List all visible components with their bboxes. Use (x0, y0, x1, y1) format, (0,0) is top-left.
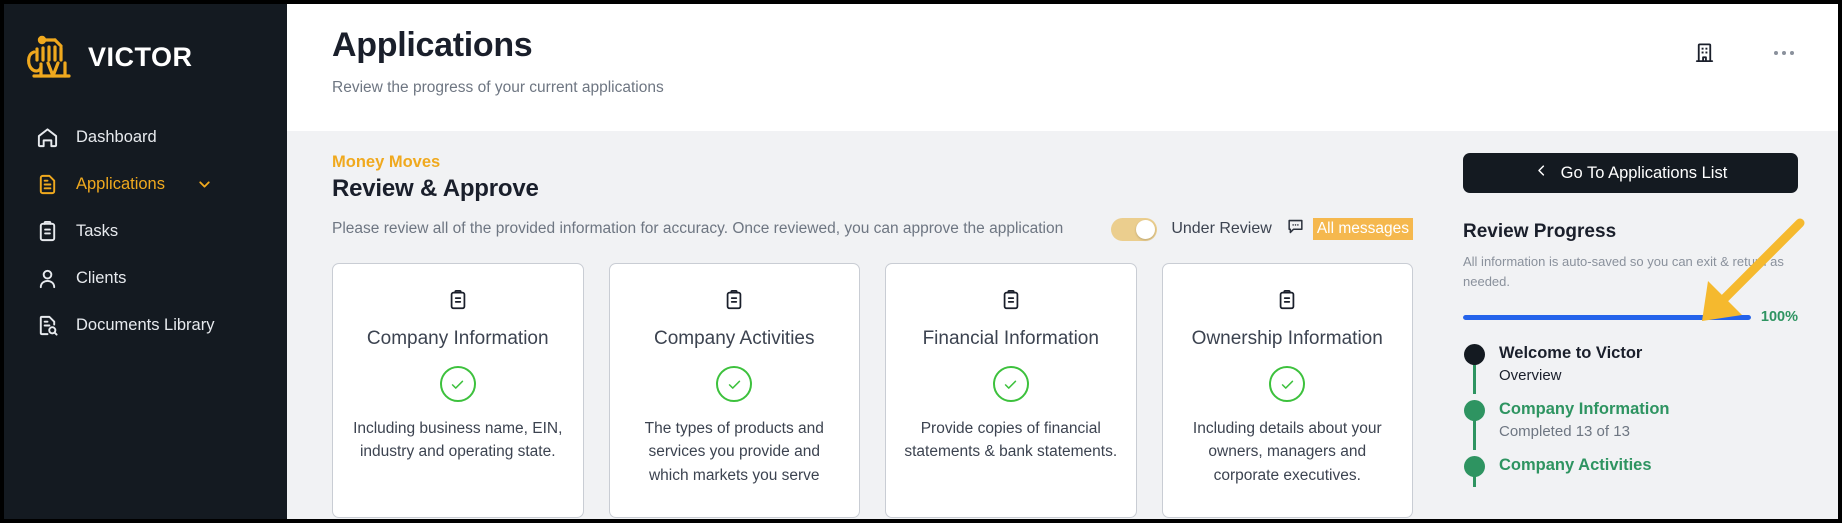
chevron-left-icon (1534, 163, 1549, 183)
progress-timeline: Welcome to Victor Overview Company Infor… (1463, 343, 1798, 491)
review-toolbar: Please review all of the provided inform… (332, 217, 1453, 241)
review-card-company-activities[interactable]: Company Activities The types of products… (608, 263, 860, 518)
review-card-ownership-information[interactable]: Ownership Information Including details … (1161, 263, 1413, 518)
sidebar: VICTOR Dashboard Applications Tasks Clie… (4, 4, 287, 519)
sidebar-item-dashboard[interactable]: Dashboard (4, 114, 287, 161)
review-progress-title: Review Progress (1463, 221, 1617, 242)
sidebar-item-clients[interactable]: Clients (4, 255, 287, 302)
app-window: VICTOR Dashboard Applications Tasks Clie… (4, 4, 1838, 519)
card-title: Company Activities (653, 328, 815, 349)
brand-logo[interactable]: VICTOR (4, 26, 287, 88)
page-subtitle: Review the progress of your current appl… (332, 79, 664, 96)
all-messages-button[interactable]: All messages (1286, 217, 1413, 241)
go-to-applications-list-label: Go To Applications List (1560, 163, 1728, 182)
header-actions (1693, 40, 1796, 65)
card-description: Including details about your owners, man… (1192, 420, 1382, 484)
timeline-body: Welcome to Victor Overview (1499, 343, 1642, 384)
card-title: Company Information (366, 328, 549, 349)
clipboard-icon (34, 219, 60, 245)
toggle-knob (1136, 219, 1156, 239)
timeline-body: Company Activities (1499, 455, 1652, 477)
timeline-label: Company Information (1499, 399, 1670, 418)
progress-bar: 100% (1463, 309, 1798, 325)
check-circle-icon (716, 366, 753, 402)
document-icon (34, 172, 60, 198)
review-progress-note: All information is auto-saved so you can… (1463, 254, 1784, 290)
sidebar-item-label: Clients (76, 269, 127, 287)
section-title: Review & Approve (332, 175, 539, 202)
victor-lion-logo-icon (22, 32, 78, 82)
card-title: Financial Information (922, 328, 1099, 349)
timeline-rail (1463, 455, 1485, 487)
timeline-item-company-information[interactable]: Company Information Completed 13 of 13 (1463, 399, 1798, 455)
clipboard-icon (447, 289, 469, 316)
review-card-financial-information[interactable]: Financial Information Provide copies of … (885, 263, 1137, 518)
timeline-item-welcome[interactable]: Welcome to Victor Overview (1463, 343, 1798, 399)
under-review-toggle[interactable] (1111, 217, 1158, 241)
sidebar-item-label: Applications (76, 175, 165, 193)
document-search-icon (34, 313, 60, 339)
timeline-body: Company Information Completed 13 of 13 (1499, 399, 1670, 440)
ellipsis-icon[interactable] (1772, 45, 1796, 61)
timeline-rail (1463, 343, 1485, 394)
review-section: Money Moves Review & Approve Please revi… (287, 131, 1453, 519)
sidebar-item-label: Documents Library (76, 316, 215, 334)
content-area: Money Moves Review & Approve Please revi… (287, 131, 1838, 519)
card-description: The types of products and services you p… (644, 420, 824, 484)
application-name: Money Moves (332, 153, 441, 171)
brand-name: VICTOR (88, 41, 193, 72)
sidebar-nav: Dashboard Applications Tasks Clients Doc… (4, 114, 287, 349)
chat-bubble-icon (1286, 217, 1305, 241)
check-circle-icon (1269, 366, 1306, 402)
user-icon (34, 266, 60, 292)
building-icon[interactable] (1693, 40, 1716, 65)
home-icon (34, 125, 60, 151)
timeline-sub: Overview (1499, 366, 1562, 384)
review-controls: Under Review All messages (1111, 217, 1413, 241)
clipboard-icon (723, 289, 745, 316)
chevron-down-icon[interactable] (196, 176, 213, 193)
timeline-rail (1463, 399, 1485, 450)
card-title: Ownership Information (1191, 328, 1383, 349)
clipboard-icon (1000, 289, 1022, 316)
timeline-dot (1463, 455, 1485, 477)
timeline-dot (1463, 399, 1485, 421)
timeline-label: Welcome to Victor (1499, 344, 1643, 363)
under-review-label: Under Review (1171, 220, 1272, 237)
main-area: Applications Review the progress of your… (287, 4, 1838, 519)
sidebar-item-label: Tasks (76, 222, 119, 240)
progress-bar-track (1463, 314, 1751, 320)
timeline-label: Company Activities (1499, 455, 1652, 474)
page-header: Applications Review the progress of your… (287, 4, 1838, 131)
go-to-applications-list-button[interactable]: Go To Applications List (1463, 153, 1798, 193)
timeline-item-company-activities[interactable]: Company Activities (1463, 455, 1798, 492)
review-card-company-information[interactable]: Company Information Including business n… (332, 263, 584, 518)
check-circle-icon (439, 366, 476, 402)
card-description: Including business name, EIN, industry a… (353, 420, 563, 461)
timeline-dot (1463, 344, 1485, 366)
all-messages-label: All messages (1312, 218, 1413, 240)
sidebar-item-tasks[interactable]: Tasks (4, 208, 287, 255)
sidebar-item-applications[interactable]: Applications (4, 161, 287, 208)
check-circle-icon (992, 366, 1029, 402)
review-instructions: Please review all of the provided inform… (332, 220, 1064, 237)
card-description: Provide copies of financial statements &… (904, 420, 1118, 461)
timeline-sub: Completed 13 of 13 (1499, 422, 1630, 440)
progress-percent-label: 100% (1760, 309, 1798, 326)
sidebar-item-documents-library[interactable]: Documents Library (4, 302, 287, 349)
sidebar-item-label: Dashboard (76, 128, 157, 146)
review-progress-panel: Go To Applications List Review Progress … (1453, 131, 1838, 519)
page-title: Applications (332, 26, 533, 64)
progress-bar-fill (1463, 314, 1751, 320)
clipboard-icon (1276, 289, 1298, 316)
review-cards: Company Information Including business n… (332, 263, 1453, 518)
